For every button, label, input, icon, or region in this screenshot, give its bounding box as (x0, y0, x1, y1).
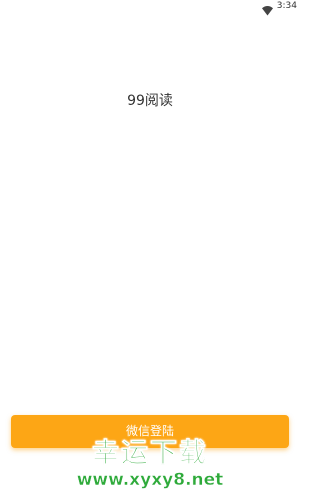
wifi-icon (262, 1, 273, 16)
status-bar: 3:34 (0, 0, 300, 16)
watermark-url: www.xyxy8.net (76, 470, 224, 490)
status-time: 3:34 (276, 1, 297, 11)
wechat-login-button[interactable]: 微信登陆 (11, 415, 289, 448)
app-title: 99阅读 (127, 93, 173, 109)
